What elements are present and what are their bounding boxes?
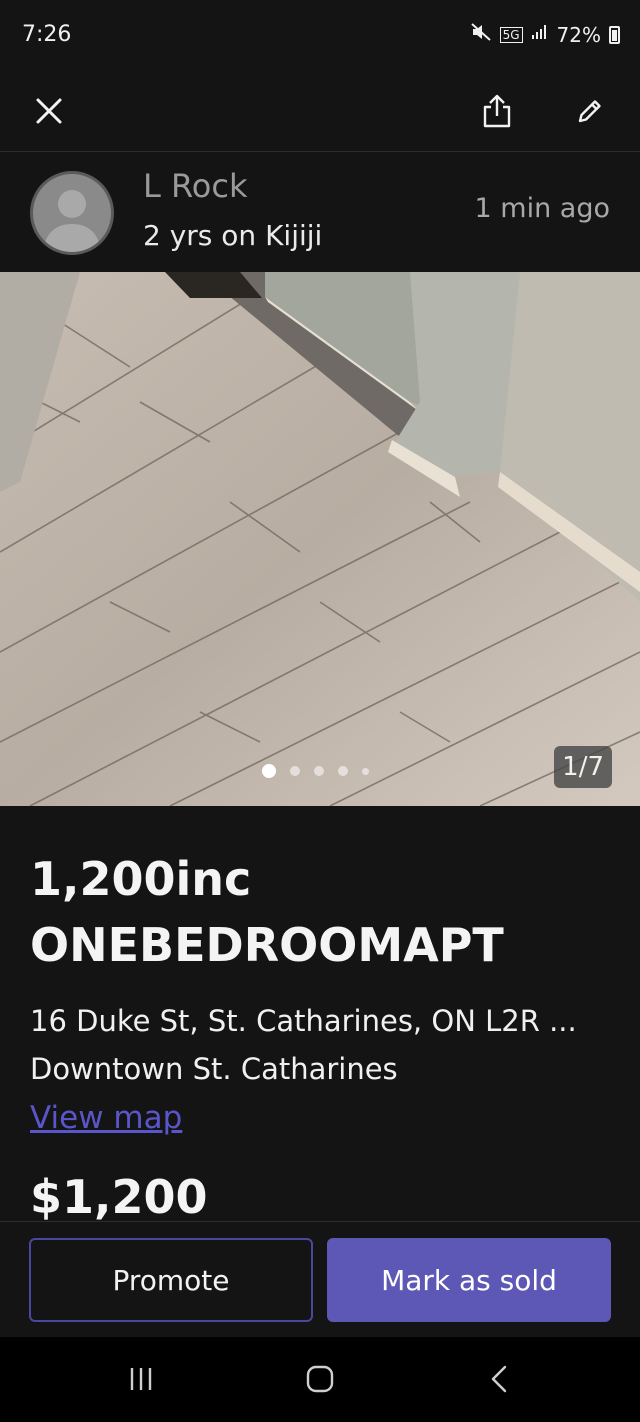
top-bar [0, 70, 640, 152]
mark-as-sold-button[interactable]: Mark as sold [327, 1238, 611, 1322]
avatar [30, 171, 114, 255]
status-icons: 5G 72% [470, 22, 620, 47]
system-nav-bar [0, 1337, 640, 1422]
gallery-dot[interactable] [338, 766, 348, 776]
gallery-dot[interactable] [290, 766, 300, 776]
posted-time: 1 min ago [474, 193, 610, 224]
back-icon [491, 1365, 507, 1393]
edit-icon [578, 100, 601, 123]
mute-icon [470, 22, 492, 47]
action-bar: Promote Mark as sold [0, 1221, 640, 1337]
promote-button[interactable]: Promote [29, 1238, 313, 1322]
floor-tile-photo [0, 272, 640, 806]
view-map-link[interactable]: View map [30, 1100, 182, 1136]
seller-tenure: 2 yrs on Kijiji [143, 219, 323, 252]
listing-price: $1,200 [30, 1170, 208, 1220]
share-icon [483, 94, 511, 128]
status-bar: 7:26 5G 72% [0, 0, 640, 70]
network-5g-icon: 5G [499, 26, 523, 43]
listing-address: 16 Duke St, St. Catharines, ON L2R ... [30, 1004, 577, 1038]
gallery-dot[interactable] [314, 766, 324, 776]
recent-apps-button[interactable] [116, 1357, 166, 1401]
gallery-dot[interactable] [362, 767, 369, 775]
listing-title: 1,200inc ONEBEDROOMAPT [30, 852, 504, 972]
seller-info[interactable]: L Rock 2 yrs on Kijiji 1 min ago [0, 153, 640, 271]
share-button[interactable] [470, 84, 524, 138]
gallery-dot[interactable] [262, 764, 276, 778]
status-time: 7:26 [22, 22, 72, 47]
default-avatar-icon [43, 190, 101, 252]
battery-percent: 72% [556, 22, 601, 47]
close-button[interactable] [22, 84, 76, 138]
back-button[interactable] [474, 1357, 524, 1401]
gallery-counter: 1/7 [554, 746, 612, 788]
recent-apps-icon [130, 1368, 152, 1390]
listing-neighbourhood: Downtown St. Catharines [30, 1052, 398, 1086]
listing-photo[interactable]: 1/7 [0, 272, 640, 806]
listing-details: 1,200inc ONEBEDROOMAPT 16 Duke St, St. C… [0, 806, 640, 1221]
battery-icon [609, 25, 620, 44]
gallery-dots [262, 764, 369, 778]
seller-name: L Rock [143, 167, 248, 205]
edit-button[interactable] [563, 84, 617, 138]
close-icon [36, 98, 62, 124]
home-button[interactable] [295, 1357, 345, 1401]
signal-icon [531, 24, 549, 45]
home-icon [306, 1365, 334, 1393]
